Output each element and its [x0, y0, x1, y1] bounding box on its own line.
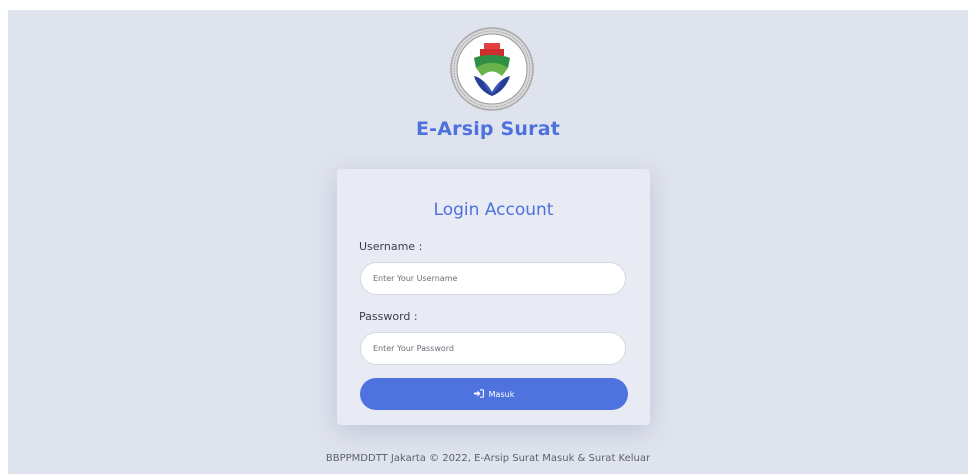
app-title: E-Arsip Surat [415, 118, 561, 140]
sign-in-icon [473, 388, 484, 400]
login-page: E-Arsip Surat Login Account Username : P… [8, 10, 968, 474]
password-input[interactable] [360, 332, 626, 365]
username-label: Username : [359, 240, 423, 253]
login-card: Login Account Username : Password : Masu… [337, 169, 650, 425]
password-label: Password : [359, 310, 418, 323]
institution-logo-icon [449, 26, 535, 112]
login-heading: Login Account [433, 200, 554, 220]
login-button[interactable]: Masuk [360, 378, 628, 410]
footer-text: BBPPMDDTT Jakarta © 2022, E-Arsip Surat … [325, 453, 651, 464]
username-input[interactable] [360, 262, 626, 295]
login-button-label: Masuk [488, 389, 515, 399]
